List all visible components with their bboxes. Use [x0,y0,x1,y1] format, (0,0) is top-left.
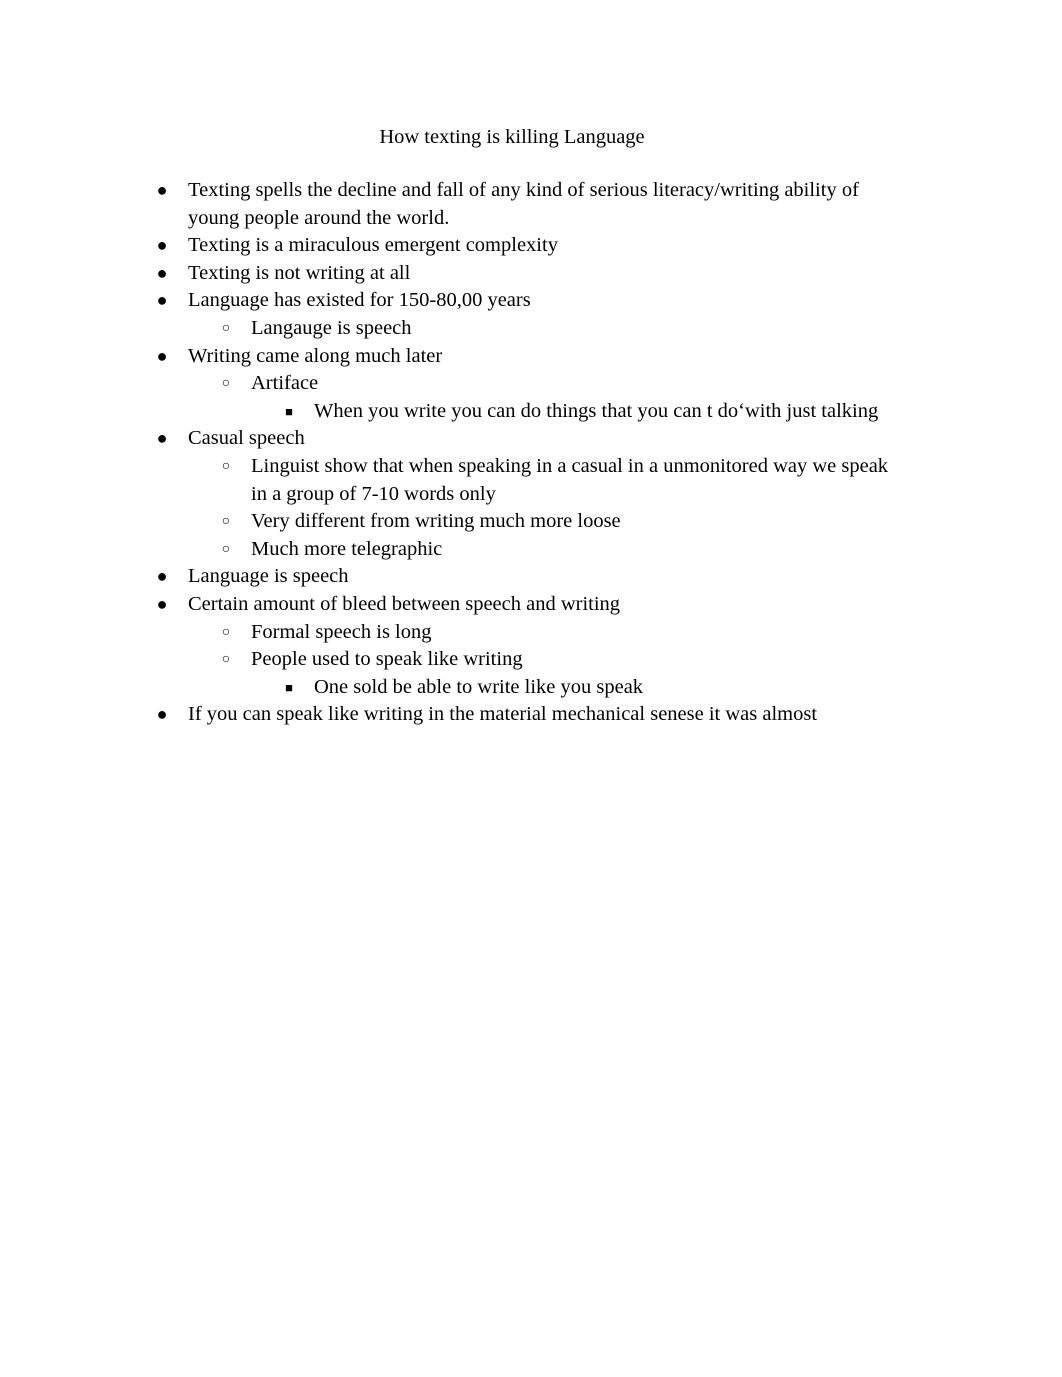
list-item: ● Language has existed for 150-80,00 yea… [0,287,1062,315]
list-item: ● Language is speech [0,563,1062,591]
document-page: How texting is killing Language ● Textin… [0,0,1062,1377]
list-item-text: Casual speech [188,427,305,450]
list-item: ● Casual speech [0,425,1062,453]
sub-list-item: ○ Very different from writing much more … [0,508,1062,536]
list-item-text: Texting is a miraculous emergent complex… [188,234,558,257]
hollow-circle-bullet-icon: ○ [221,376,231,392]
notes-list: ● Texting spells the decline and fall of… [0,177,1062,729]
list-item-text: Langauge is speech [251,316,412,339]
list-item: ● Texting is a miraculous emergent compl… [0,232,1062,260]
list-item-text: Much more telegraphic [251,537,443,560]
list-item-text: Artiface [251,372,319,395]
list-item-text: Language is speech [188,565,349,588]
list-item-text: Writing came along much later [188,344,443,367]
filled-circle-bullet-icon: ● [156,345,168,366]
square-bullet-icon: ■ [285,679,293,695]
list-item-text: Texting is not writing at all [188,261,411,284]
filled-circle-bullet-icon: ● [156,704,168,725]
hollow-circle-bullet-icon: ○ [221,624,231,640]
filled-circle-bullet-icon: ● [156,566,168,587]
square-bullet-icon: ■ [285,403,293,419]
filled-circle-bullet-icon: ● [156,290,168,311]
filled-circle-bullet-icon: ● [156,428,168,449]
sub-list-item: ○ Artiface [0,370,1062,398]
document-title: How texting is killing Language [379,126,645,148]
list-item: ● Certain amount of bleed between speech… [0,591,1062,619]
list-item: ● If you can speak like writing in the m… [0,701,1062,729]
list-item: ● Texting spells the decline and fall of… [0,177,1062,232]
sub-sub-list-item: ■ One sold be able to write like you spe… [0,674,1062,702]
list-item-text: Linguist show that when speaking in a ca… [251,454,889,505]
sub-list-item: ○ People used to speak like writing [0,646,1062,674]
filled-circle-bullet-icon: ● [156,180,168,200]
sub-list-item: ○ Linguist show that when speaking in a … [0,453,1062,508]
list-item: ● Writing came along much later [0,343,1062,371]
hollow-circle-bullet-icon: ○ [221,652,231,668]
list-item-text: One sold be able to write like you speak [314,675,644,698]
hollow-circle-bullet-icon: ○ [221,541,231,557]
list-item-text: If you can speak like writing in the mat… [188,703,818,726]
hollow-circle-bullet-icon: ○ [221,514,231,530]
sub-sub-list-item: ■ When you write you can do things that … [0,398,1062,426]
hollow-circle-bullet-icon: ○ [221,320,231,336]
list-item-text: People used to speak like writing [251,648,523,671]
list-item: ● Texting is not writing at all [0,260,1062,288]
filled-circle-bullet-icon: ● [156,593,168,614]
list-item-text: When you write you can do things that yo… [314,399,879,422]
list-item-text: Certain amount of bleed between speech a… [188,592,621,615]
filled-circle-bullet-icon: ● [156,262,168,283]
sub-list-item: ○ Much more telegraphic [0,536,1062,564]
hollow-circle-bullet-icon: ○ [221,458,231,474]
filled-circle-bullet-icon: ● [156,235,168,256]
list-item-text: Language has existed for 150-80,00 years [188,289,531,312]
sub-list-item: ○ Langauge is speech [0,315,1062,343]
list-item-text: Very different from writing much more lo… [251,510,621,533]
list-item-text: Texting spells the decline and fall of a… [188,179,859,229]
sub-list-item: ○ Formal speech is long [0,619,1062,647]
list-item-text: Formal speech is long [251,620,432,643]
